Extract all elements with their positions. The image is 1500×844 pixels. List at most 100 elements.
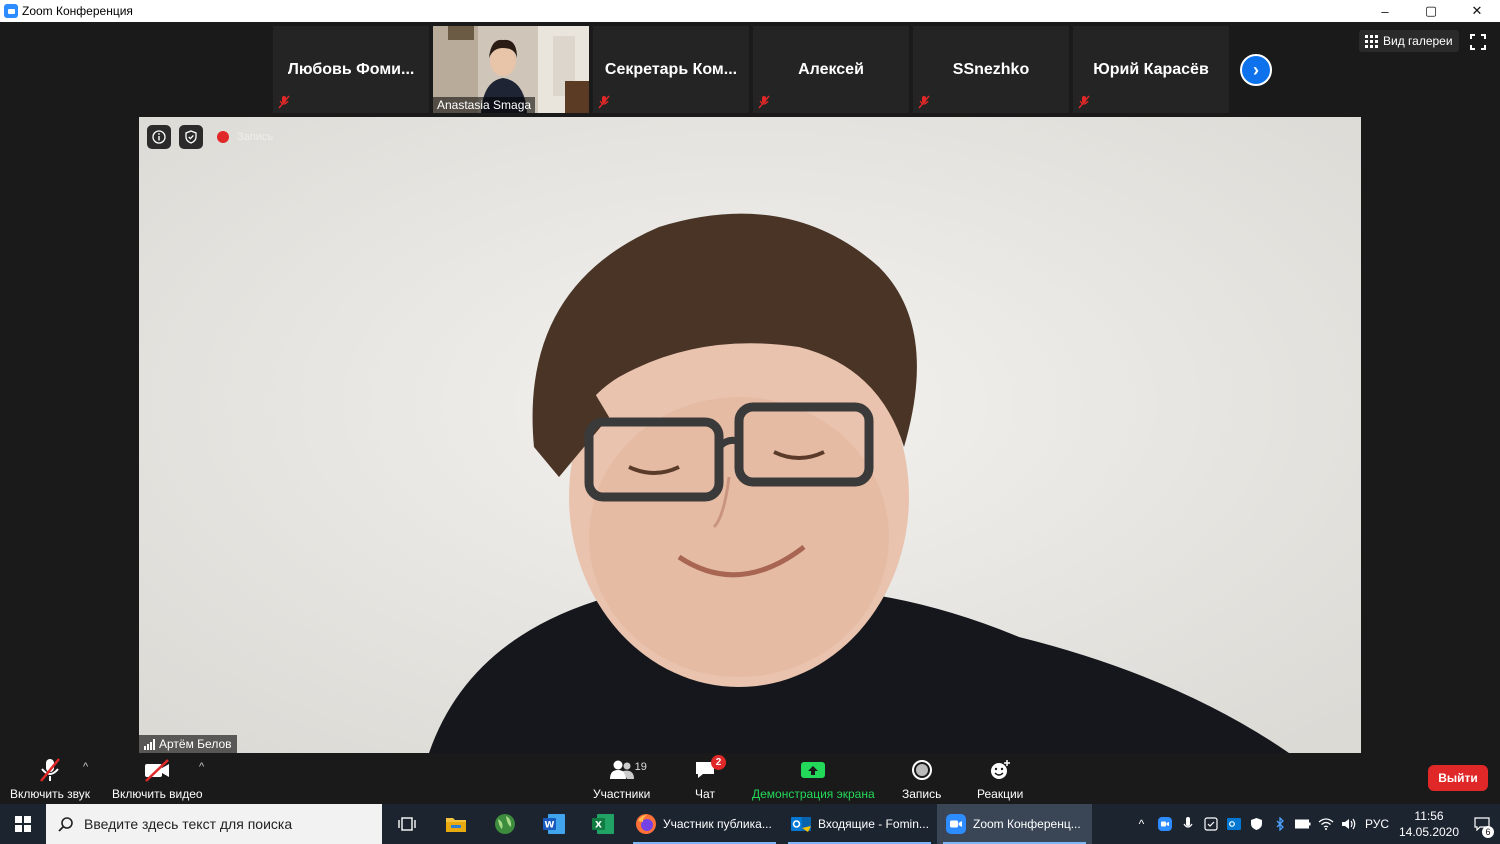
- active-speaker-video: Запись Артём Белов: [139, 117, 1361, 753]
- record-button[interactable]: Запись: [902, 757, 941, 801]
- grid-icon: [1365, 34, 1378, 48]
- share-screen-label: Демонстрация экрана: [752, 787, 875, 801]
- search-icon: [58, 817, 73, 832]
- participant-tile[interactable]: Юрий Карасёв: [1073, 26, 1229, 113]
- outlook-tray-icon[interactable]: [1222, 804, 1245, 844]
- taskbar-app-firefox[interactable]: Участник публика...: [627, 804, 782, 844]
- muted-mic-icon: [1078, 95, 1090, 109]
- input-language-indicator[interactable]: РУС: [1360, 817, 1394, 831]
- maps-globe-icon[interactable]: [480, 804, 529, 844]
- firefox-icon: [636, 814, 656, 834]
- chat-unread-badge: 2: [711, 755, 726, 770]
- record-label: Запись: [902, 787, 942, 801]
- battery-icon[interactable]: [1291, 804, 1314, 844]
- svg-text:W: W: [544, 821, 554, 831]
- notifications-count: 6: [1482, 826, 1494, 838]
- participant-tile[interactable]: Любовь Фоми...: [273, 26, 429, 113]
- microphone-tray-icon[interactable]: [1176, 804, 1199, 844]
- taskbar-search-box[interactable]: Введите здесь текст для поиска: [46, 804, 382, 844]
- close-button[interactable]: ✕: [1454, 0, 1500, 22]
- gallery-view-label: Вид галереи: [1383, 34, 1453, 48]
- tray-overflow-chevron-icon[interactable]: ^: [1130, 804, 1153, 844]
- muted-mic-icon: [918, 95, 930, 109]
- recording-label: Запись: [237, 131, 274, 143]
- record-icon: [911, 757, 933, 783]
- participant-tile[interactable]: SSnezhko: [913, 26, 1069, 113]
- signal-strength-icon: [144, 738, 155, 750]
- window-controls: – ▢ ✕: [1362, 0, 1500, 22]
- search-placeholder: Введите здесь текст для поиска: [84, 816, 293, 832]
- notifications-icon[interactable]: 6: [1464, 804, 1500, 844]
- next-page-arrow-icon[interactable]: ›: [1240, 54, 1272, 86]
- window-title: Zoom Конференция: [22, 4, 133, 18]
- windows-taskbar: Введите здесь текст для поиска W X Участ…: [0, 804, 1500, 844]
- restore-button[interactable]: ▢: [1408, 0, 1454, 22]
- zoom-app-icon: [4, 4, 18, 18]
- participant-name: Юрий Карасёв: [1093, 60, 1209, 78]
- participant-name: Anastasia Smaga: [433, 97, 536, 113]
- muted-mic-icon: [278, 95, 290, 109]
- start-windows-icon[interactable]: [0, 804, 46, 844]
- share-screen-button[interactable]: Демонстрация экрана: [752, 757, 875, 801]
- participant-name: Алексей: [798, 60, 864, 78]
- start-video-label: Включить видео: [112, 787, 203, 801]
- reaction-emoji-icon: [988, 757, 1012, 783]
- speaker-video-feed: [139, 117, 1361, 753]
- reactions-button[interactable]: Реакции: [977, 757, 1023, 801]
- zoom-tray-icon[interactable]: [1153, 804, 1176, 844]
- participant-name: Любовь Фоми...: [287, 60, 415, 78]
- participant-tile[interactable]: Секретарь Ком...: [593, 26, 749, 113]
- window-title-bar: Zoom Конференция – ▢ ✕: [0, 0, 1500, 22]
- muted-mic-icon: [758, 95, 770, 109]
- participants-button[interactable]: 19 Участники: [593, 757, 650, 801]
- task-view-icon[interactable]: [382, 804, 431, 844]
- share-screen-icon: [800, 757, 826, 783]
- bluetooth-icon[interactable]: [1268, 804, 1291, 844]
- taskbar-app-label: Входящие - Fomin...: [818, 817, 929, 831]
- leave-meeting-button[interactable]: Выйти: [1428, 765, 1488, 791]
- unmute-label: Включить звук: [10, 787, 91, 801]
- taskbar-app-label: Участник публика...: [663, 817, 772, 831]
- participant-tile[interactable]: Алексей: [753, 26, 909, 113]
- volume-icon[interactable]: [1337, 804, 1360, 844]
- participant-name: Секретарь Ком...: [604, 60, 738, 78]
- zoom-meeting-area: Любовь Фоми... Anastasia Smaga Секретарь…: [0, 22, 1500, 804]
- fullscreen-icon[interactable]: [1470, 34, 1486, 50]
- speaker-name-tag: Артём Белов: [139, 735, 237, 753]
- minimize-button[interactable]: –: [1362, 0, 1408, 22]
- audio-options-chevron-icon[interactable]: ^: [83, 761, 88, 773]
- svg-text:X: X: [595, 821, 602, 831]
- info-icon[interactable]: [147, 125, 171, 149]
- reactions-label: Реакции: [977, 787, 1024, 801]
- taskbar-app-zoom[interactable]: Zoom Конференц...: [937, 804, 1092, 844]
- muted-mic-icon: [38, 757, 62, 783]
- taskbar-app-outlook[interactable]: Входящие - Fomin...: [782, 804, 937, 844]
- participant-name: SSnezhko: [952, 60, 1030, 78]
- participant-strip: Любовь Фоми... Anastasia Smaga Секретарь…: [273, 26, 1229, 113]
- chat-button[interactable]: 2 Чат: [694, 755, 726, 801]
- participants-icon: 19: [609, 757, 647, 783]
- wifi-icon[interactable]: [1314, 804, 1337, 844]
- taskbar-app-label: Zoom Конференц...: [973, 817, 1081, 831]
- file-explorer-icon[interactable]: [431, 804, 480, 844]
- muted-mic-icon: [598, 95, 610, 109]
- unmute-button[interactable]: Включить звук: [10, 757, 90, 801]
- clock-time: 11:56: [1414, 809, 1444, 823]
- gallery-view-button[interactable]: Вид галереи: [1359, 30, 1459, 52]
- start-video-button[interactable]: Включить видео: [112, 757, 203, 801]
- chat-bubble-icon: 2: [694, 755, 726, 783]
- video-off-icon: [143, 757, 171, 783]
- excel-icon[interactable]: X: [578, 804, 627, 844]
- meeting-info-overlay: Запись: [147, 125, 273, 149]
- taskbar-clock[interactable]: 11:56 14.05.2020: [1394, 808, 1464, 840]
- participant-tile-video[interactable]: Anastasia Smaga: [433, 26, 589, 113]
- word-icon[interactable]: W: [529, 804, 578, 844]
- defender-shield-icon[interactable]: [1245, 804, 1268, 844]
- security-tray-icon[interactable]: [1199, 804, 1222, 844]
- encryption-shield-icon[interactable]: [179, 125, 203, 149]
- participants-label: Участники: [593, 787, 651, 801]
- chat-label: Чат: [695, 787, 715, 801]
- video-options-chevron-icon[interactable]: ^: [199, 761, 204, 773]
- system-tray: ^ РУС 11:56 14.05.2020 6: [1130, 804, 1500, 844]
- clock-date: 14.05.2020: [1398, 825, 1460, 839]
